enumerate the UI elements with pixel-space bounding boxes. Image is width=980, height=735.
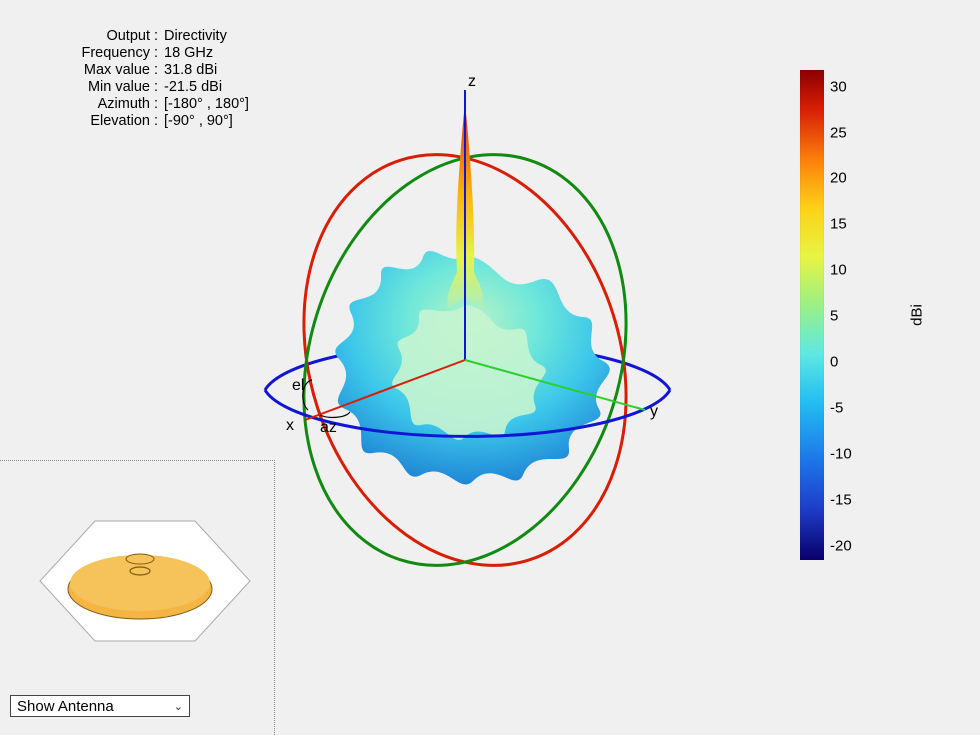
colorbar-tick: -15 <box>830 492 852 509</box>
colorbar-gradient <box>800 70 824 560</box>
colorbar-ticks: 30 25 20 15 10 5 0 -5 -10 -15 -20 <box>830 70 870 560</box>
info-block: Output : Directivity Frequency : 18 GHz … <box>10 28 255 130</box>
colorbar-tick: 25 <box>830 124 847 141</box>
axis-label-az: az <box>320 419 337 436</box>
colorbar-tick: 20 <box>830 170 847 187</box>
colorbar-tick: 5 <box>830 308 838 325</box>
axis-label-y: y <box>650 403 658 420</box>
colorbar: 302520151050-5-10-15-20 dBi <box>800 70 910 560</box>
dropdown-selected-label: Show Antenna <box>17 698 114 715</box>
info-label-max: Max value <box>10 62 154 79</box>
info-row: Min value : -21.5 dBi <box>10 79 255 96</box>
info-row: Azimuth : [-180° , 180°] <box>10 96 255 113</box>
antenna-icon <box>0 461 275 691</box>
colorbar-tick: 30 <box>830 78 847 95</box>
axis-label-z: z <box>468 73 476 90</box>
info-row: Max value : 31.8 dBi <box>10 62 255 79</box>
colorbar-tick: 15 <box>830 216 847 233</box>
show-antenna-dropdown[interactable]: Show Antenna ⌄ <box>10 695 190 717</box>
info-value-output: Directivity <box>164 28 227 45</box>
colorbar-tick: -5 <box>830 400 843 417</box>
chevron-down-icon: ⌄ <box>174 700 183 713</box>
info-row: Output : Directivity <box>10 28 255 45</box>
antenna-inset-panel <box>0 460 275 735</box>
info-label-elevation: Elevation <box>10 113 154 130</box>
info-row: Frequency : 18 GHz <box>10 45 255 62</box>
info-value-frequency: 18 GHz <box>164 45 213 62</box>
colorbar-tick: 0 <box>830 354 838 371</box>
axis-label-el: el <box>292 377 304 394</box>
info-label-azimuth: Azimuth <box>10 96 154 113</box>
colorbar-tick: -10 <box>830 446 852 463</box>
radiation-pattern-plot[interactable]: z x y az el <box>250 60 710 550</box>
info-value-elevation: [-90° , 90°] <box>164 113 233 130</box>
colorbar-unit-label: dBi <box>909 304 926 326</box>
info-label-output: Output <box>10 28 154 45</box>
info-label-frequency: Frequency <box>10 45 154 62</box>
info-row: Elevation : [-90° , 90°] <box>10 113 255 130</box>
axis-label-x: x <box>286 417 294 434</box>
info-label-min: Min value <box>10 79 154 96</box>
info-value-azimuth: [-180° , 180°] <box>164 96 249 113</box>
info-value-max: 31.8 dBi <box>164 62 217 79</box>
info-value-min: -21.5 dBi <box>164 79 222 96</box>
colorbar-tick: 10 <box>830 262 847 279</box>
colorbar-tick: -20 <box>830 538 852 555</box>
